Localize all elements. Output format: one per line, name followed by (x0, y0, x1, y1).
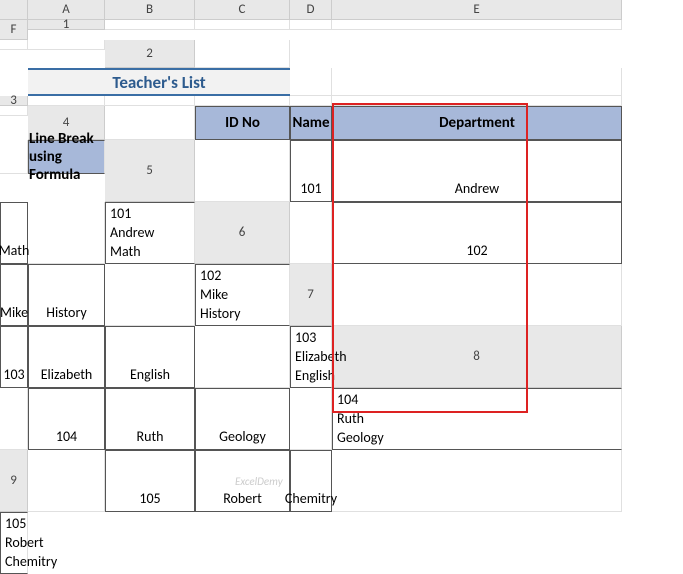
col-header-C[interactable]: C (195, 0, 290, 20)
row-header-6[interactable]: 6 (195, 202, 290, 264)
cell-C8[interactable]: Ruth (105, 388, 195, 450)
col-header-F[interactable]: F (0, 20, 28, 40)
cell-D9[interactable]: Chemitry (290, 450, 332, 512)
cell-B5[interactable]: 101 (290, 140, 332, 202)
cell-E7[interactable] (195, 326, 290, 388)
cell-F7[interactable]: 103 Elizabeth English (290, 326, 332, 388)
cell-E9[interactable] (332, 450, 622, 512)
cell-E5[interactable] (28, 202, 105, 264)
cell-C7[interactable]: Elizabeth (28, 326, 105, 388)
cell-C6[interactable]: Mike (0, 264, 28, 326)
row-header-5[interactable]: 5 (105, 140, 195, 202)
cell-B7[interactable]: 103 (0, 326, 28, 388)
cell-D7[interactable]: English (105, 326, 195, 388)
cell-D3[interactable] (290, 96, 332, 106)
cell-E6[interactable] (105, 264, 195, 326)
col-header-E[interactable]: E (332, 0, 622, 20)
header-id[interactable]: ID No (195, 106, 290, 140)
cell-B9[interactable]: 105 (105, 450, 195, 512)
cell-F6[interactable]: 102 Mike History (195, 264, 290, 326)
cell-A5[interactable] (195, 140, 290, 202)
cell-A7[interactable] (332, 264, 622, 326)
cell-F1[interactable] (28, 40, 105, 50)
cell-E2[interactable] (290, 68, 332, 96)
cell-F5[interactable]: 101 Andrew Math (105, 202, 195, 264)
cell-F2[interactable] (332, 68, 622, 96)
cell-A4[interactable] (105, 106, 195, 140)
page-title: Teacher's List (28, 68, 290, 96)
cell-C5[interactable]: Andrew (332, 140, 622, 202)
cell-C3[interactable] (195, 96, 290, 106)
cell-A6[interactable] (290, 202, 332, 264)
header-break[interactable]: Line Break using Formula (28, 140, 105, 174)
cell-B1[interactable] (195, 20, 290, 30)
cell-A3[interactable] (28, 96, 105, 106)
row-header-8[interactable]: 8 (332, 326, 622, 388)
cell-A2[interactable] (195, 40, 290, 68)
cell-C1[interactable] (290, 20, 332, 30)
row-header-1[interactable]: 1 (28, 20, 105, 30)
cell-E1[interactable] (0, 40, 28, 50)
cell-C9[interactable]: Robert (195, 450, 290, 512)
cell-F9[interactable]: 105 Robert Chemitry (0, 512, 28, 574)
row-header-2[interactable]: 2 (105, 40, 195, 68)
cell-E8[interactable] (290, 388, 332, 450)
cell-D8[interactable]: Geology (195, 388, 290, 450)
header-dept[interactable]: Department (332, 106, 622, 140)
row-header-9[interactable]: 9 (0, 450, 28, 512)
spreadsheet-grid: A B C D E F 1 2 Teacher's List 3 4 ID No… (0, 0, 683, 574)
row-header-3[interactable]: 3 (0, 96, 28, 106)
cell-B8[interactable]: 104 (28, 388, 105, 450)
col-header-B[interactable]: B (105, 0, 195, 20)
select-all-corner[interactable] (0, 0, 28, 20)
cell-D5[interactable]: Math (0, 202, 28, 264)
cell-B3[interactable] (105, 96, 195, 106)
header-name[interactable]: Name (290, 106, 332, 140)
cell-A8[interactable] (0, 388, 28, 450)
cell-D6[interactable]: History (28, 264, 105, 326)
cell-E4[interactable] (0, 140, 28, 174)
cell-B6[interactable]: 102 (332, 202, 622, 264)
cell-A9[interactable] (28, 450, 105, 512)
cell-D1[interactable] (332, 20, 622, 30)
cell-A1[interactable] (105, 20, 195, 30)
cell-E3[interactable] (332, 96, 622, 106)
cell-F8[interactable]: 104 Ruth Geology (332, 388, 622, 450)
row-header-7[interactable]: 7 (290, 264, 332, 326)
cell-F3[interactable] (0, 106, 28, 116)
col-header-D[interactable]: D (290, 0, 332, 20)
